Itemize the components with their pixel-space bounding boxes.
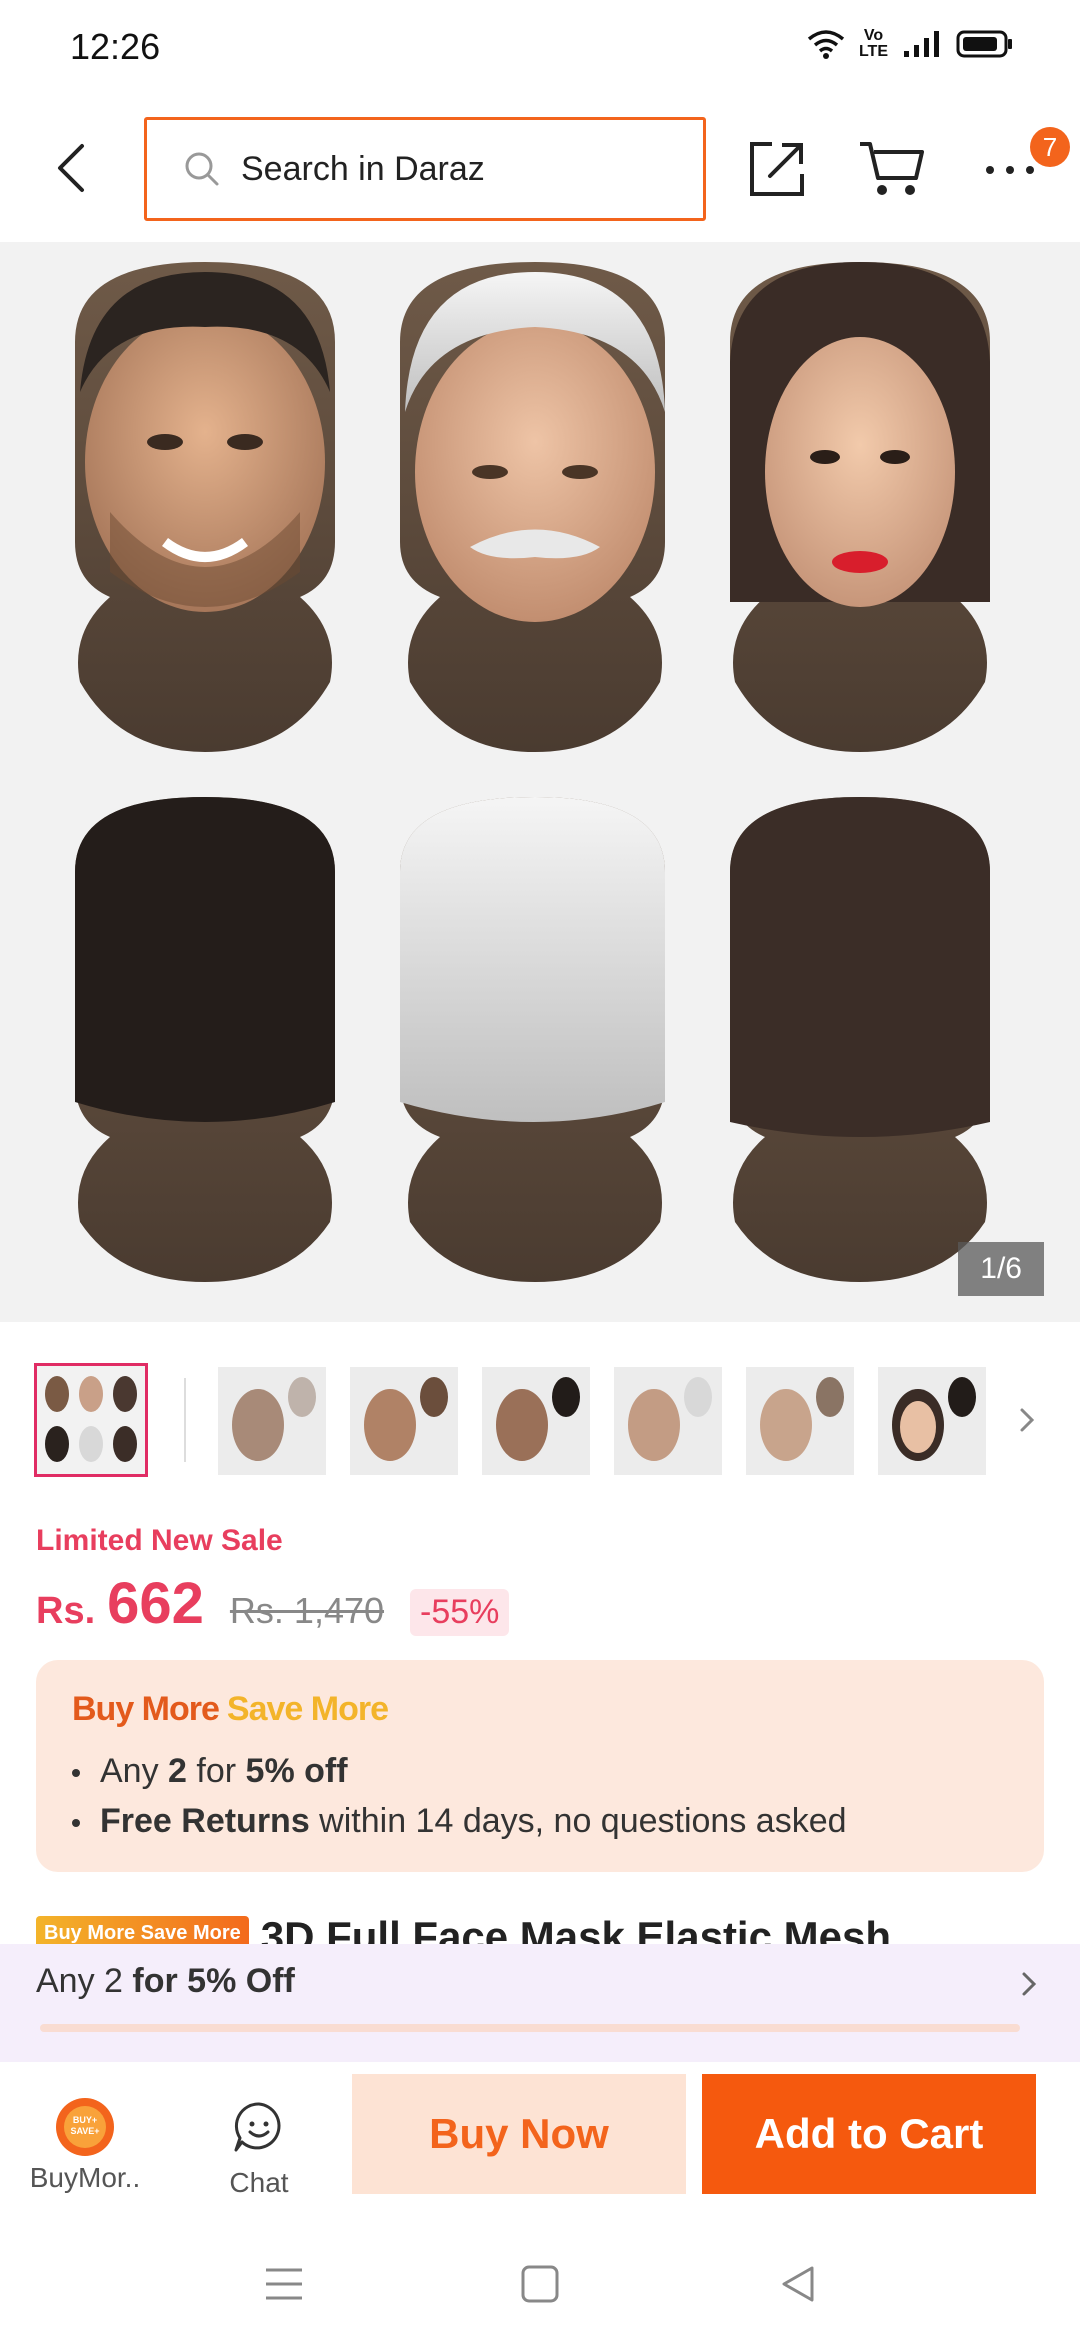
price-row: Rs. 662 Rs. 1,470 -55% bbox=[36, 1570, 510, 1637]
thumbnail-image bbox=[760, 1377, 844, 1461]
buy-more-button[interactable]: BUY+ SAVE+ BuyMor.. bbox=[20, 2098, 150, 2208]
free-returns-label: Free Returns bbox=[100, 1802, 310, 1840]
share-icon[interactable] bbox=[746, 138, 808, 200]
product-image bbox=[75, 262, 990, 1282]
returns-text: within 14 days, no questions asked bbox=[309, 1802, 847, 1840]
battery-icon bbox=[956, 30, 1012, 58]
promo-line-quantity: Any 2 for 5% off bbox=[72, 1752, 348, 1791]
search-placeholder: Search in Daraz bbox=[241, 149, 485, 188]
price-currency: Rs. bbox=[36, 1590, 96, 1632]
promo-title-part1: Buy More bbox=[72, 1690, 220, 1728]
cart-icon[interactable] bbox=[858, 138, 926, 200]
promo-text: Any bbox=[100, 1752, 169, 1790]
volte-icon: Vo LTE bbox=[858, 27, 888, 60]
product-title: 3D Full Face Mask Elastic Mesh bbox=[260, 1913, 891, 1944]
chevron-right-icon bbox=[1022, 1972, 1037, 1996]
search-input[interactable]: Search in Daraz bbox=[144, 117, 706, 221]
thumbnail-3[interactable] bbox=[350, 1367, 458, 1475]
thumbnail-image bbox=[628, 1377, 712, 1461]
promo-box[interactable]: Buy More Save More Any 2 for 5% off Free … bbox=[36, 1660, 1044, 1872]
thumbnail-7[interactable] bbox=[878, 1367, 986, 1475]
mask-back-3 bbox=[730, 797, 990, 1282]
thumbnail-image bbox=[892, 1377, 976, 1461]
discount-badge: -55% bbox=[410, 1589, 510, 1636]
thumbnail-image bbox=[45, 1376, 137, 1462]
home-icon[interactable] bbox=[518, 2262, 562, 2306]
chevron-right-icon[interactable] bbox=[1012, 1400, 1042, 1440]
thumbnail-image bbox=[232, 1377, 316, 1461]
back-arrow-icon[interactable] bbox=[46, 138, 96, 198]
thumbnail-divider bbox=[184, 1378, 186, 1462]
chat-label: Chat bbox=[229, 2167, 289, 2198]
promo-title-part2: Save More bbox=[226, 1690, 389, 1728]
status-time: 12:26 bbox=[70, 26, 161, 67]
buy-more-icon: BUY+ SAVE+ bbox=[56, 2098, 114, 2156]
bundle-discount: for 5% Off bbox=[132, 1962, 295, 2000]
bundle-pre: Any 2 bbox=[36, 1962, 133, 2000]
notification-badge: 7 bbox=[1030, 127, 1070, 167]
promo-line-returns: Free Returns within 14 days, no question… bbox=[72, 1802, 847, 1841]
buy-more-label: BuyMor.. bbox=[29, 2162, 141, 2193]
product-image-gallery[interactable]: 1/6 bbox=[0, 242, 1080, 1322]
bullet bbox=[72, 1769, 80, 1778]
search-icon bbox=[185, 152, 219, 186]
sale-label: Limited New Sale bbox=[36, 1524, 283, 1557]
bundle-text: Any 2 for 5% Off bbox=[36, 1962, 295, 2001]
bottom-action-bar: BUY+ SAVE+ BuyMor.. Chat Buy Now Add to C… bbox=[0, 2062, 1080, 2222]
bundle-offer-bar[interactable]: Any 2 for 5% Off bbox=[0, 1944, 1080, 2062]
promo-text: for bbox=[186, 1752, 246, 1790]
more-options-icon[interactable] bbox=[980, 155, 1040, 185]
thumbnail-strip bbox=[0, 1360, 1080, 1480]
thumbnail-1[interactable] bbox=[34, 1363, 148, 1477]
status-bar: 12:26 Vo LTE bbox=[0, 0, 1080, 100]
promo-title: Buy More Save More bbox=[72, 1690, 389, 1729]
mask-front-2 bbox=[400, 262, 665, 752]
promo-qty: 2 bbox=[168, 1752, 187, 1790]
system-nav-bar bbox=[0, 2222, 1080, 2340]
mask-back-1 bbox=[75, 797, 335, 1282]
original-price: Rs. 1,470 bbox=[229, 1590, 385, 1631]
promo-discount: 5% off bbox=[245, 1752, 348, 1790]
bundle-progress-bar bbox=[40, 2024, 1020, 2032]
chat-icon bbox=[234, 2102, 281, 2152]
mask-front-1 bbox=[75, 262, 335, 752]
status-icons: Vo LTE bbox=[807, 28, 1014, 60]
thumbnail-5[interactable] bbox=[614, 1367, 722, 1475]
menu-icon[interactable] bbox=[262, 2262, 306, 2306]
mask-front-3 bbox=[730, 262, 990, 752]
thumbnail-4[interactable] bbox=[482, 1367, 590, 1475]
buy-now-button[interactable]: Buy Now bbox=[352, 2074, 686, 2194]
image-counter: 1/6 bbox=[958, 1242, 1044, 1296]
mask-back-2 bbox=[400, 797, 665, 1282]
signal-icon bbox=[904, 31, 939, 57]
product-title-row: Buy More Save More 3D Full Face Mask Ela… bbox=[36, 1910, 1046, 1944]
thumbnail-image bbox=[364, 1377, 448, 1461]
thumbnail-2[interactable] bbox=[218, 1367, 326, 1475]
buy-more-save-more-tag: Buy More Save More bbox=[36, 1916, 249, 1944]
chat-button[interactable]: Chat bbox=[194, 2098, 324, 2208]
thumbnail-6[interactable] bbox=[746, 1367, 854, 1475]
add-to-cart-button[interactable]: Add to Cart bbox=[702, 2074, 1036, 2194]
buy-more-badge: BUY+ SAVE+ bbox=[64, 2106, 106, 2148]
thumbnail-image bbox=[496, 1377, 580, 1461]
price-value: 662 bbox=[107, 1571, 204, 1636]
wifi-icon bbox=[807, 30, 845, 59]
header-bar: Search in Daraz bbox=[0, 100, 1080, 242]
back-triangle-icon[interactable] bbox=[776, 2262, 820, 2306]
bullet bbox=[72, 1819, 80, 1828]
